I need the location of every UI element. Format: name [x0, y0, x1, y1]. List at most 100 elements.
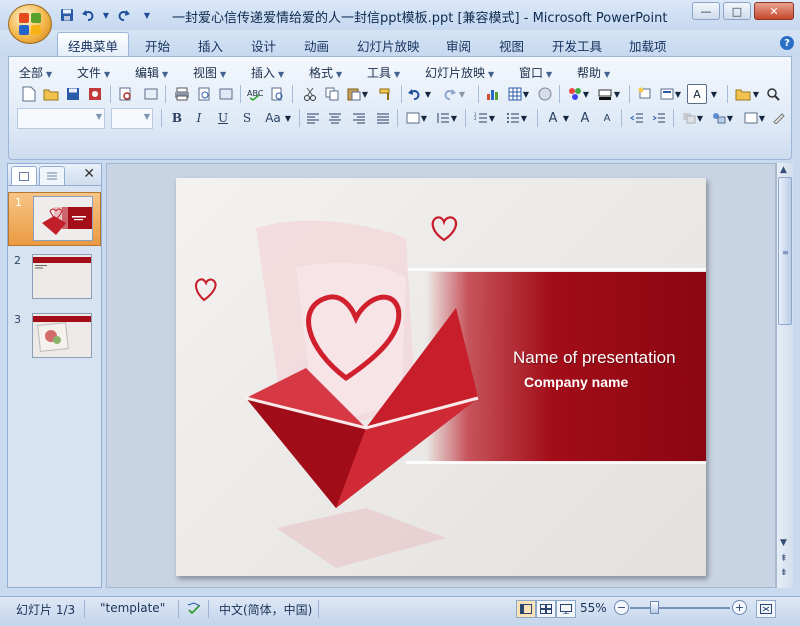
redo-dropdown-icon[interactable]: ▼ — [457, 84, 467, 104]
shape-outline-icon[interactable] — [769, 108, 789, 128]
zoom-slider[interactable] — [630, 601, 730, 614]
redo-icon[interactable] — [114, 6, 132, 24]
quick-styles-dropdown-icon[interactable]: ▼ — [757, 108, 767, 128]
font-size-combo[interactable]: ▼ — [111, 108, 153, 129]
undo-dropdown-icon[interactable]: ▼ — [423, 84, 433, 104]
increase-indent-icon[interactable] — [649, 108, 669, 128]
new-slide-icon[interactable] — [635, 84, 655, 104]
tab-view[interactable]: 视图 — [499, 36, 524, 55]
attachment-icon[interactable] — [141, 84, 161, 104]
chart-icon[interactable] — [483, 84, 503, 104]
print-icon[interactable] — [172, 84, 192, 104]
slide-thumbnail-1[interactable]: 1 — [8, 192, 101, 246]
tab-insert[interactable]: 插入 — [198, 36, 223, 55]
close-button[interactable]: ✕ — [754, 2, 794, 20]
shapes-dropdown-icon[interactable]: ▼ — [725, 108, 735, 128]
menu-all[interactable]: 全部 ▼ — [19, 64, 52, 81]
tab-home[interactable]: 开始 — [145, 36, 170, 55]
align-center-icon[interactable] — [325, 108, 345, 128]
slide-thumbnail-3[interactable]: 3 — [8, 310, 101, 364]
help-icon[interactable]: ? — [780, 36, 794, 50]
find-icon[interactable] — [763, 84, 783, 104]
color-dropdown-icon[interactable]: ▼ — [581, 84, 591, 104]
slides-tab[interactable] — [11, 166, 37, 185]
scroll-up-icon[interactable]: ▲ — [780, 165, 787, 175]
tab-addins[interactable]: 加载项 — [629, 36, 667, 55]
layout-dropdown-icon[interactable]: ▼ — [673, 84, 683, 104]
next-slide-icon[interactable]: ⇟ — [780, 568, 788, 578]
tab-review[interactable]: 审阅 — [446, 36, 471, 55]
arrange-dropdown-icon[interactable]: ▼ — [695, 108, 705, 128]
change-case-dropdown-icon[interactable]: ▼ — [283, 108, 293, 128]
vertical-scrollbar[interactable]: ▲ ≡ ▼ ⇞ ⇟ — [776, 163, 793, 588]
cut-icon[interactable] — [300, 84, 320, 104]
redo-icon[interactable] — [439, 84, 459, 104]
menu-help[interactable]: 帮助 ▼ — [577, 64, 610, 81]
zoom-out-button[interactable]: − — [614, 600, 629, 615]
spelling-icon[interactable]: ABC — [245, 84, 265, 104]
zoom-in-button[interactable]: + — [732, 600, 747, 615]
grow-font-icon[interactable]: A — [575, 108, 595, 128]
textbox-icon[interactable]: A — [687, 84, 707, 104]
clipart-icon[interactable] — [535, 84, 555, 104]
preview-icon[interactable] — [194, 84, 214, 104]
copy-icon[interactable] — [322, 84, 342, 104]
folder-dropdown-icon[interactable]: ▼ — [751, 84, 761, 104]
fit-to-window-icon[interactable] — [756, 600, 776, 618]
justify-icon[interactable] — [373, 108, 393, 128]
language-status[interactable]: 中文(简体，中国) — [219, 601, 312, 618]
undo-dropdown-icon[interactable]: ▼ — [102, 6, 110, 24]
decrease-indent-icon[interactable] — [627, 108, 647, 128]
slideshow-view-button[interactable] — [556, 600, 576, 618]
slide-thumbnail-2[interactable]: 2 — [8, 251, 101, 305]
spell-check-icon[interactable] — [186, 601, 202, 618]
menu-file[interactable]: 文件 ▼ — [77, 64, 110, 81]
paste-dropdown-icon[interactable]: ▼ — [360, 84, 370, 104]
fill-color-dropdown-icon[interactable]: ▼ — [612, 84, 622, 104]
line-spacing-dropdown-icon[interactable]: ▼ — [449, 108, 459, 128]
zoom-slider-thumb[interactable] — [650, 601, 659, 614]
textbox-dropdown-icon[interactable]: ▼ — [709, 84, 719, 104]
scroll-down-icon[interactable]: ▼ — [780, 538, 787, 548]
menu-insert[interactable]: 插入 ▼ — [251, 64, 284, 81]
change-case-button[interactable]: Aa — [261, 108, 285, 128]
slide-sorter-view-button[interactable] — [536, 600, 556, 618]
tab-design[interactable]: 设计 — [251, 36, 276, 55]
previous-slide-icon[interactable]: ⇞ — [780, 554, 788, 564]
maximize-button[interactable]: □ — [723, 2, 751, 20]
page-setup-icon[interactable] — [216, 84, 236, 104]
tab-animations[interactable]: 动画 — [304, 36, 329, 55]
font-name-combo[interactable]: ▼ — [17, 108, 105, 129]
columns-dropdown-icon[interactable]: ▼ — [419, 108, 429, 128]
scroll-thumb[interactable]: ≡ — [778, 177, 792, 325]
numbering-dropdown-icon[interactable]: ▼ — [487, 108, 497, 128]
menu-view[interactable]: 视图 ▼ — [193, 64, 226, 81]
slide-subtitle[interactable]: Company name — [524, 374, 628, 390]
new-document-icon[interactable] — [19, 84, 39, 104]
tab-classic-menu[interactable]: 经典菜单 — [57, 32, 130, 56]
tab-slideshow[interactable]: 幻灯片放映 — [357, 36, 420, 55]
undo-icon[interactable] — [405, 84, 425, 104]
research-icon[interactable] — [267, 84, 287, 104]
zoom-level[interactable]: 55% — [580, 601, 607, 615]
align-right-icon[interactable] — [349, 108, 369, 128]
minimize-button[interactable]: — — [692, 2, 720, 20]
table-dropdown-icon[interactable]: ▼ — [521, 84, 531, 104]
tab-developer[interactable]: 开发工具 — [552, 36, 602, 55]
save-icon[interactable] — [63, 84, 83, 104]
open-folder-icon[interactable] — [41, 84, 61, 104]
bold-button[interactable]: B — [167, 108, 187, 128]
align-left-icon[interactable] — [303, 108, 323, 128]
menu-tools[interactable]: 工具 ▼ — [367, 64, 400, 81]
undo-icon[interactable] — [80, 6, 98, 24]
font-color-icon[interactable]: A — [543, 108, 563, 128]
menu-window[interactable]: 窗口 ▼ — [519, 64, 552, 81]
permission-icon[interactable] — [85, 84, 105, 104]
slide-canvas[interactable]: Name of presentation Company name — [176, 178, 706, 576]
menu-edit[interactable]: 编辑 ▼ — [135, 64, 168, 81]
normal-view-button[interactable] — [516, 600, 536, 618]
italic-button[interactable]: I — [189, 108, 209, 128]
format-painter-icon[interactable] — [376, 84, 396, 104]
menu-slideshow[interactable]: 幻灯片放映 ▼ — [425, 64, 494, 81]
office-button[interactable] — [8, 4, 52, 44]
